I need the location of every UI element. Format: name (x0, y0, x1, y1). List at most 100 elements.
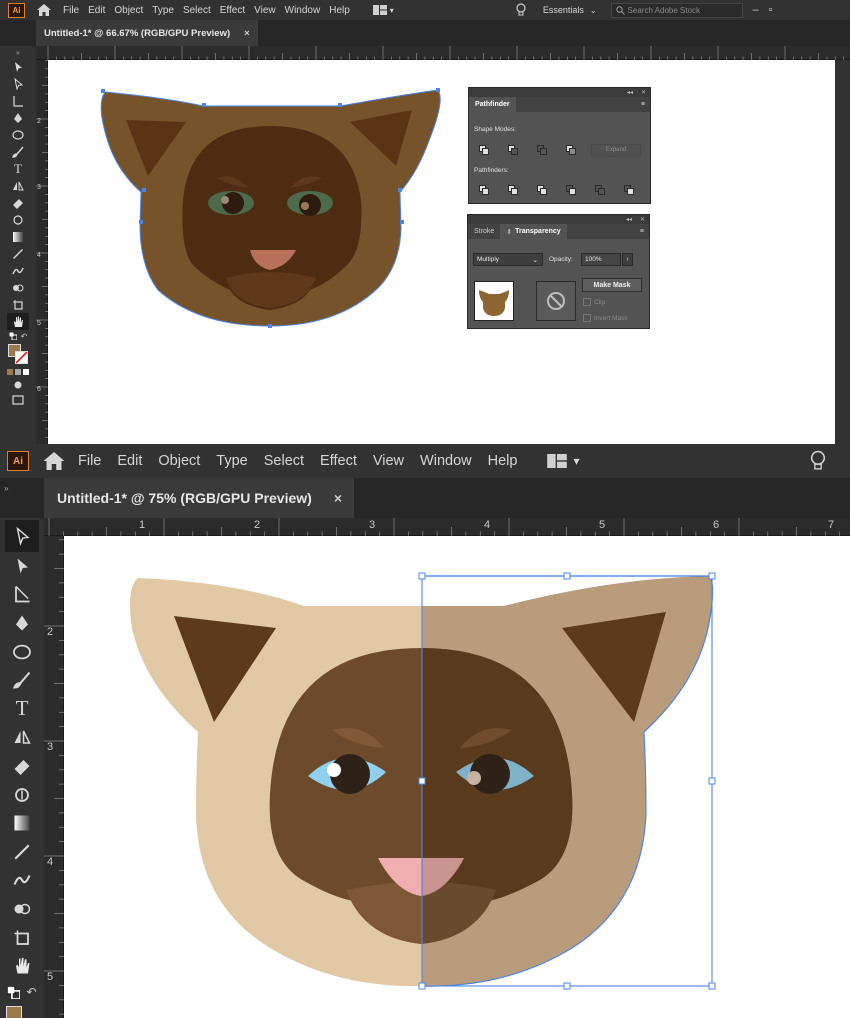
app-logo[interactable]: Ai (8, 2, 25, 18)
gradient-tool-icon[interactable] (12, 228, 24, 245)
menu-file[interactable]: File (63, 5, 79, 16)
panel-titlebar[interactable]: ◂◂ ✕ (468, 215, 649, 224)
exclude-icon[interactable] (566, 145, 577, 156)
menu-edit[interactable]: Edit (88, 5, 105, 16)
tab-stroke[interactable]: Stroke (468, 224, 500, 239)
collapse-icon[interactable]: » (16, 50, 20, 58)
color-icon[interactable] (7, 368, 13, 375)
mask-thumbnail[interactable] (536, 281, 576, 321)
none-icon[interactable] (23, 368, 29, 375)
divide-icon[interactable] (479, 185, 490, 196)
paintbrush-tool-icon[interactable] (12, 143, 24, 160)
checkbox-box[interactable] (583, 298, 591, 306)
hand-tool-icon[interactable] (13, 952, 31, 981)
fill-stroke-swatches[interactable] (6, 342, 30, 366)
swap-colors-icon[interactable]: ↶ (26, 985, 36, 999)
make-mask-button[interactable]: Make Mask (582, 278, 642, 292)
menu-type[interactable]: Type (152, 5, 174, 16)
maximize-icon[interactable]: ▫ (769, 4, 773, 16)
shape-builder-tool-icon[interactable] (13, 895, 31, 924)
expand-button[interactable]: Expand (591, 144, 641, 157)
menu-select[interactable]: Select (264, 453, 304, 469)
horizontal-ruler[interactable] (36, 46, 850, 60)
hand-tool-icon[interactable] (7, 313, 29, 330)
gradient-tool-icon[interactable] (13, 809, 31, 838)
artboard-canvas[interactable] (64, 536, 850, 1018)
collapse-icon[interactable]: ◂◂ (626, 216, 632, 223)
unite-icon[interactable] (479, 145, 490, 156)
vertical-ruler[interactable]: 2 3 4 5 (44, 536, 64, 1018)
direct-selection-tool-icon[interactable] (13, 552, 31, 581)
minus-back-icon[interactable] (624, 185, 635, 196)
panel-menu-icon[interactable]: ≡ (640, 224, 649, 239)
eyedropper-tool-icon[interactable] (13, 838, 31, 867)
eraser-tool-icon[interactable] (13, 752, 31, 781)
type-tool-icon[interactable]: T (16, 695, 29, 724)
artboard-tool-icon[interactable] (13, 923, 31, 952)
menu-view[interactable]: View (373, 453, 404, 469)
close-icon[interactable]: ✕ (640, 216, 645, 223)
workspace-switcher[interactable]: Essentials ⌄ (543, 5, 597, 15)
swap-colors-icon[interactable]: ↶ (21, 332, 28, 341)
menu-select[interactable]: Select (183, 5, 211, 16)
tab-pathfinder[interactable]: Pathfinder (469, 97, 516, 112)
intersect-icon[interactable] (537, 145, 548, 156)
screen-mode-icon[interactable] (12, 392, 24, 407)
ellipse-tool-icon[interactable] (12, 126, 24, 143)
ellipse-tool-icon[interactable] (12, 637, 32, 666)
menu-view[interactable]: View (254, 5, 276, 16)
home-icon[interactable] (43, 452, 65, 470)
eraser-tool-icon[interactable] (12, 194, 24, 211)
warp-tool-icon[interactable] (12, 211, 24, 228)
home-icon[interactable] (37, 4, 51, 16)
opacity-field[interactable]: 100% (581, 253, 621, 266)
drawing-modes-icon[interactable] (13, 377, 23, 392)
selection-tool-icon[interactable] (5, 520, 39, 552)
document-tab[interactable]: Untitled-1* @ 75% (RGB/GPU Preview) × (44, 478, 355, 518)
menu-file[interactable]: File (78, 453, 101, 469)
arrange-documents-button[interactable]: ▾ (547, 454, 579, 468)
collapse-icon[interactable]: ◂◂ (627, 89, 633, 96)
menu-help[interactable]: Help (329, 5, 350, 16)
opacity-slider-toggle[interactable]: › (622, 253, 633, 266)
close-tab-icon[interactable]: × (244, 28, 250, 39)
reflect-tool-icon[interactable] (12, 177, 24, 194)
document-tab[interactable]: Untitled-1* @ 66.67% (RGB/GPU Preview) × (36, 20, 258, 46)
invert-mask-checkbox[interactable]: Invert Mask (583, 314, 628, 322)
fill-swatch[interactable] (2, 1004, 42, 1018)
lightbulb-icon[interactable] (810, 450, 826, 472)
magic-wand-tool-icon[interactable] (13, 580, 31, 609)
minimize-icon[interactable]: – (753, 4, 759, 16)
close-icon[interactable]: ✕ (641, 89, 646, 96)
stroke-swatch[interactable] (15, 351, 28, 364)
arrange-documents-button[interactable]: ▾ (372, 5, 394, 15)
horizontal-ruler[interactable]: 1 2 3 4 5 6 7 (44, 518, 850, 536)
menu-object[interactable]: Object (158, 453, 200, 469)
pen-tool-icon[interactable] (12, 109, 24, 126)
stock-search[interactable]: Search Adobe Stock (610, 2, 743, 18)
selection-tool-icon[interactable] (12, 58, 24, 75)
vertical-ruler[interactable]: 2 3 4 5 6 (36, 60, 48, 444)
shape-builder-tool-icon[interactable] (12, 279, 24, 296)
pen-tool-icon[interactable] (13, 609, 31, 638)
close-tab-icon[interactable]: × (334, 490, 342, 506)
menu-edit[interactable]: Edit (117, 453, 142, 469)
lightbulb-icon[interactable] (516, 3, 526, 17)
menu-help[interactable]: Help (488, 453, 518, 469)
object-thumbnail[interactable] (474, 281, 514, 321)
blend-mode-select[interactable]: Multiply ⌄ (473, 253, 543, 266)
menu-effect[interactable]: Effect (220, 5, 245, 16)
app-logo[interactable]: Ai (7, 451, 29, 471)
default-colors-icon[interactable]: ↶ (7, 980, 37, 1004)
blend-tool-icon[interactable] (13, 866, 31, 895)
direct-selection-tool-icon[interactable] (12, 75, 24, 92)
menu-object[interactable]: Object (114, 5, 143, 16)
paintbrush-tool-icon[interactable] (13, 666, 31, 695)
outline-icon[interactable] (595, 185, 606, 196)
type-tool-icon[interactable]: T (14, 160, 22, 177)
artboard-canvas[interactable] (48, 60, 835, 444)
menu-type[interactable]: Type (216, 453, 247, 469)
crop-icon[interactable] (566, 185, 577, 196)
minus-front-icon[interactable] (508, 145, 519, 156)
trim-icon[interactable] (508, 185, 519, 196)
